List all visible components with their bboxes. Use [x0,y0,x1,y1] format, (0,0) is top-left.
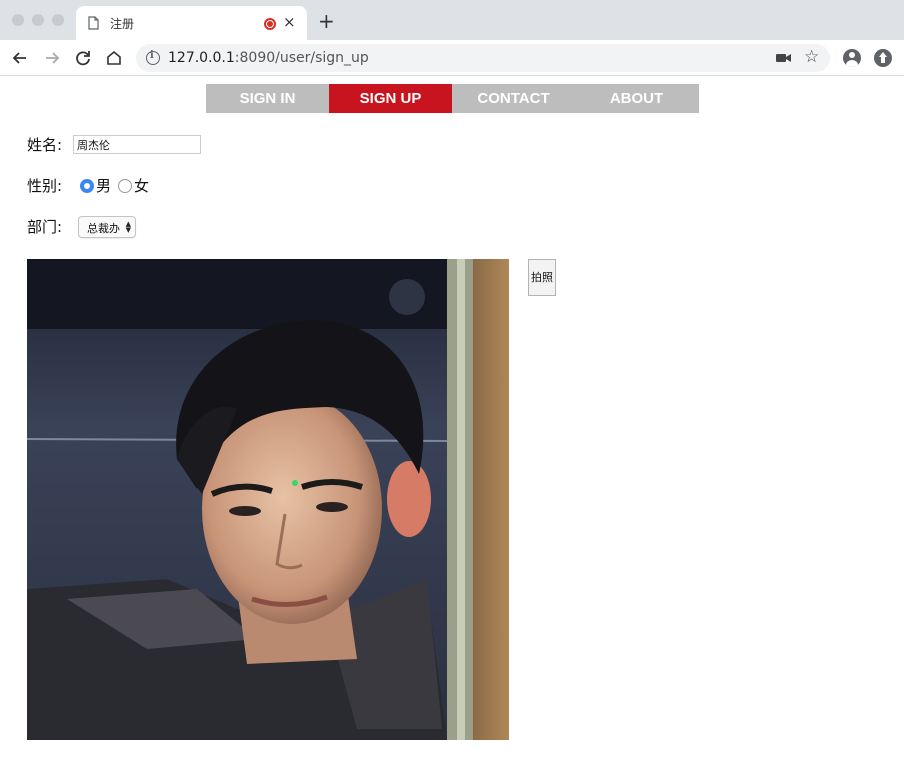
nav-about[interactable]: ABOUT [575,84,698,113]
url-host: 127.0.0.1 [168,50,235,66]
department-select-value: 总裁办 [87,222,120,235]
window-close-dot[interactable] [12,14,24,26]
document-icon [88,16,99,30]
site-info-icon[interactable] [146,50,160,65]
update-icon[interactable] [874,49,892,67]
account-icon[interactable] [843,49,861,67]
select-arrows-icon: ▲ ▼ [125,220,131,234]
browser-tab[interactable]: 注册 × [76,6,307,40]
gender-male-radio[interactable] [80,179,94,193]
browser-toolbar: 127.0.0.1:8090/user/sign_up ☆ [0,40,904,76]
gender-female-label[interactable]: 女 [134,175,149,196]
department-select[interactable]: 总裁办 ▲ ▼ [78,216,136,238]
gender-label: 性别: [27,177,63,195]
name-input[interactable] [73,135,201,154]
forward-arrow-icon[interactable] [42,48,62,68]
recording-icon [264,18,276,30]
department-label: 部门: [27,218,63,236]
home-icon[interactable] [104,48,124,68]
back-arrow-icon[interactable] [10,48,30,68]
browser-tabstrip: 注册 × + [0,0,904,40]
url-text[interactable]: 127.0.0.1:8090/user/sign_up [168,50,369,66]
new-tab-button[interactable]: + [318,11,335,31]
tab-title: 注册 [110,17,135,31]
window-zoom-dot[interactable] [52,14,64,26]
reload-icon[interactable] [73,48,93,68]
name-label: 姓名: [27,136,63,154]
gender-female-radio[interactable] [118,179,132,193]
address-bar[interactable]: 127.0.0.1:8090/user/sign_up ☆ [136,44,830,72]
nav-sign-up[interactable]: SIGN UP [329,84,452,113]
main-nav: SIGN IN SIGN UP CONTACT ABOUT [206,84,699,113]
url-path: :8090/user/sign_up [234,50,369,66]
camera-in-use-icon[interactable] [776,52,792,64]
window-minimize-dot[interactable] [32,14,44,26]
gender-male-label[interactable]: 男 [96,175,111,196]
nav-sign-in[interactable]: SIGN IN [206,84,329,113]
bookmark-star-icon[interactable]: ☆ [804,48,819,66]
capture-photo-button[interactable]: 拍照 [528,259,556,296]
tab-close-icon[interactable]: × [283,14,296,30]
camera-preview [27,259,509,740]
nav-contact[interactable]: CONTACT [452,84,575,113]
